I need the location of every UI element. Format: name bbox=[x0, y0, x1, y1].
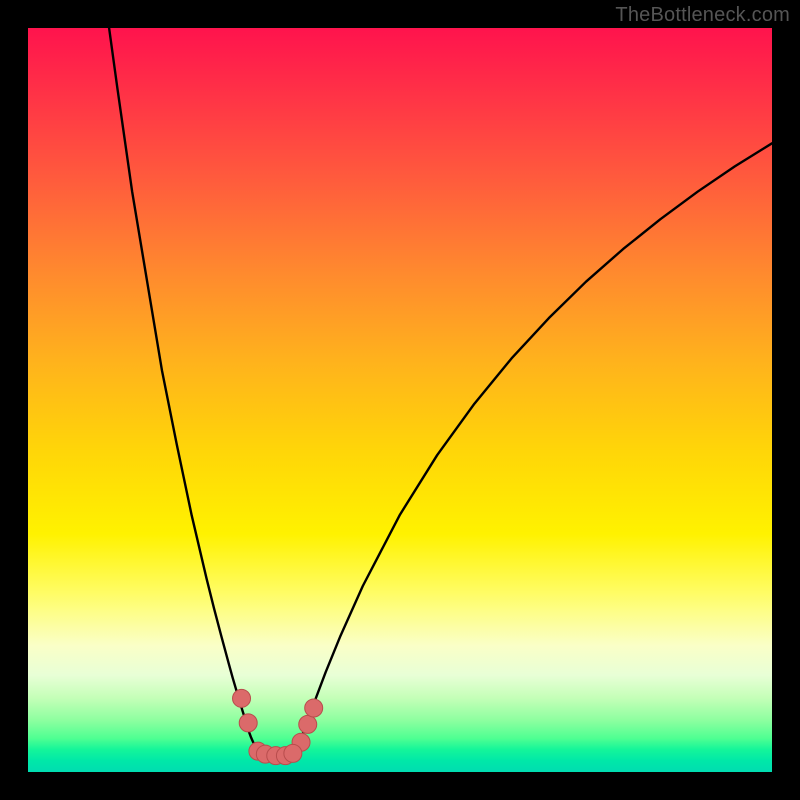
marker-left-lower bbox=[239, 714, 257, 732]
marker-flat-5 bbox=[284, 744, 302, 762]
curve-lines bbox=[109, 28, 772, 756]
marker-right-c bbox=[305, 699, 323, 717]
chart-svg bbox=[28, 28, 772, 772]
series-right-curve bbox=[296, 143, 772, 752]
marker-right-b bbox=[299, 715, 317, 733]
marker-dots bbox=[233, 689, 323, 764]
marker-left-upper bbox=[233, 689, 251, 707]
watermark-label: TheBottleneck.com bbox=[615, 4, 790, 27]
series-left-curve bbox=[109, 28, 259, 752]
outer-frame: TheBottleneck.com bbox=[0, 0, 800, 800]
plot-area bbox=[28, 28, 772, 772]
